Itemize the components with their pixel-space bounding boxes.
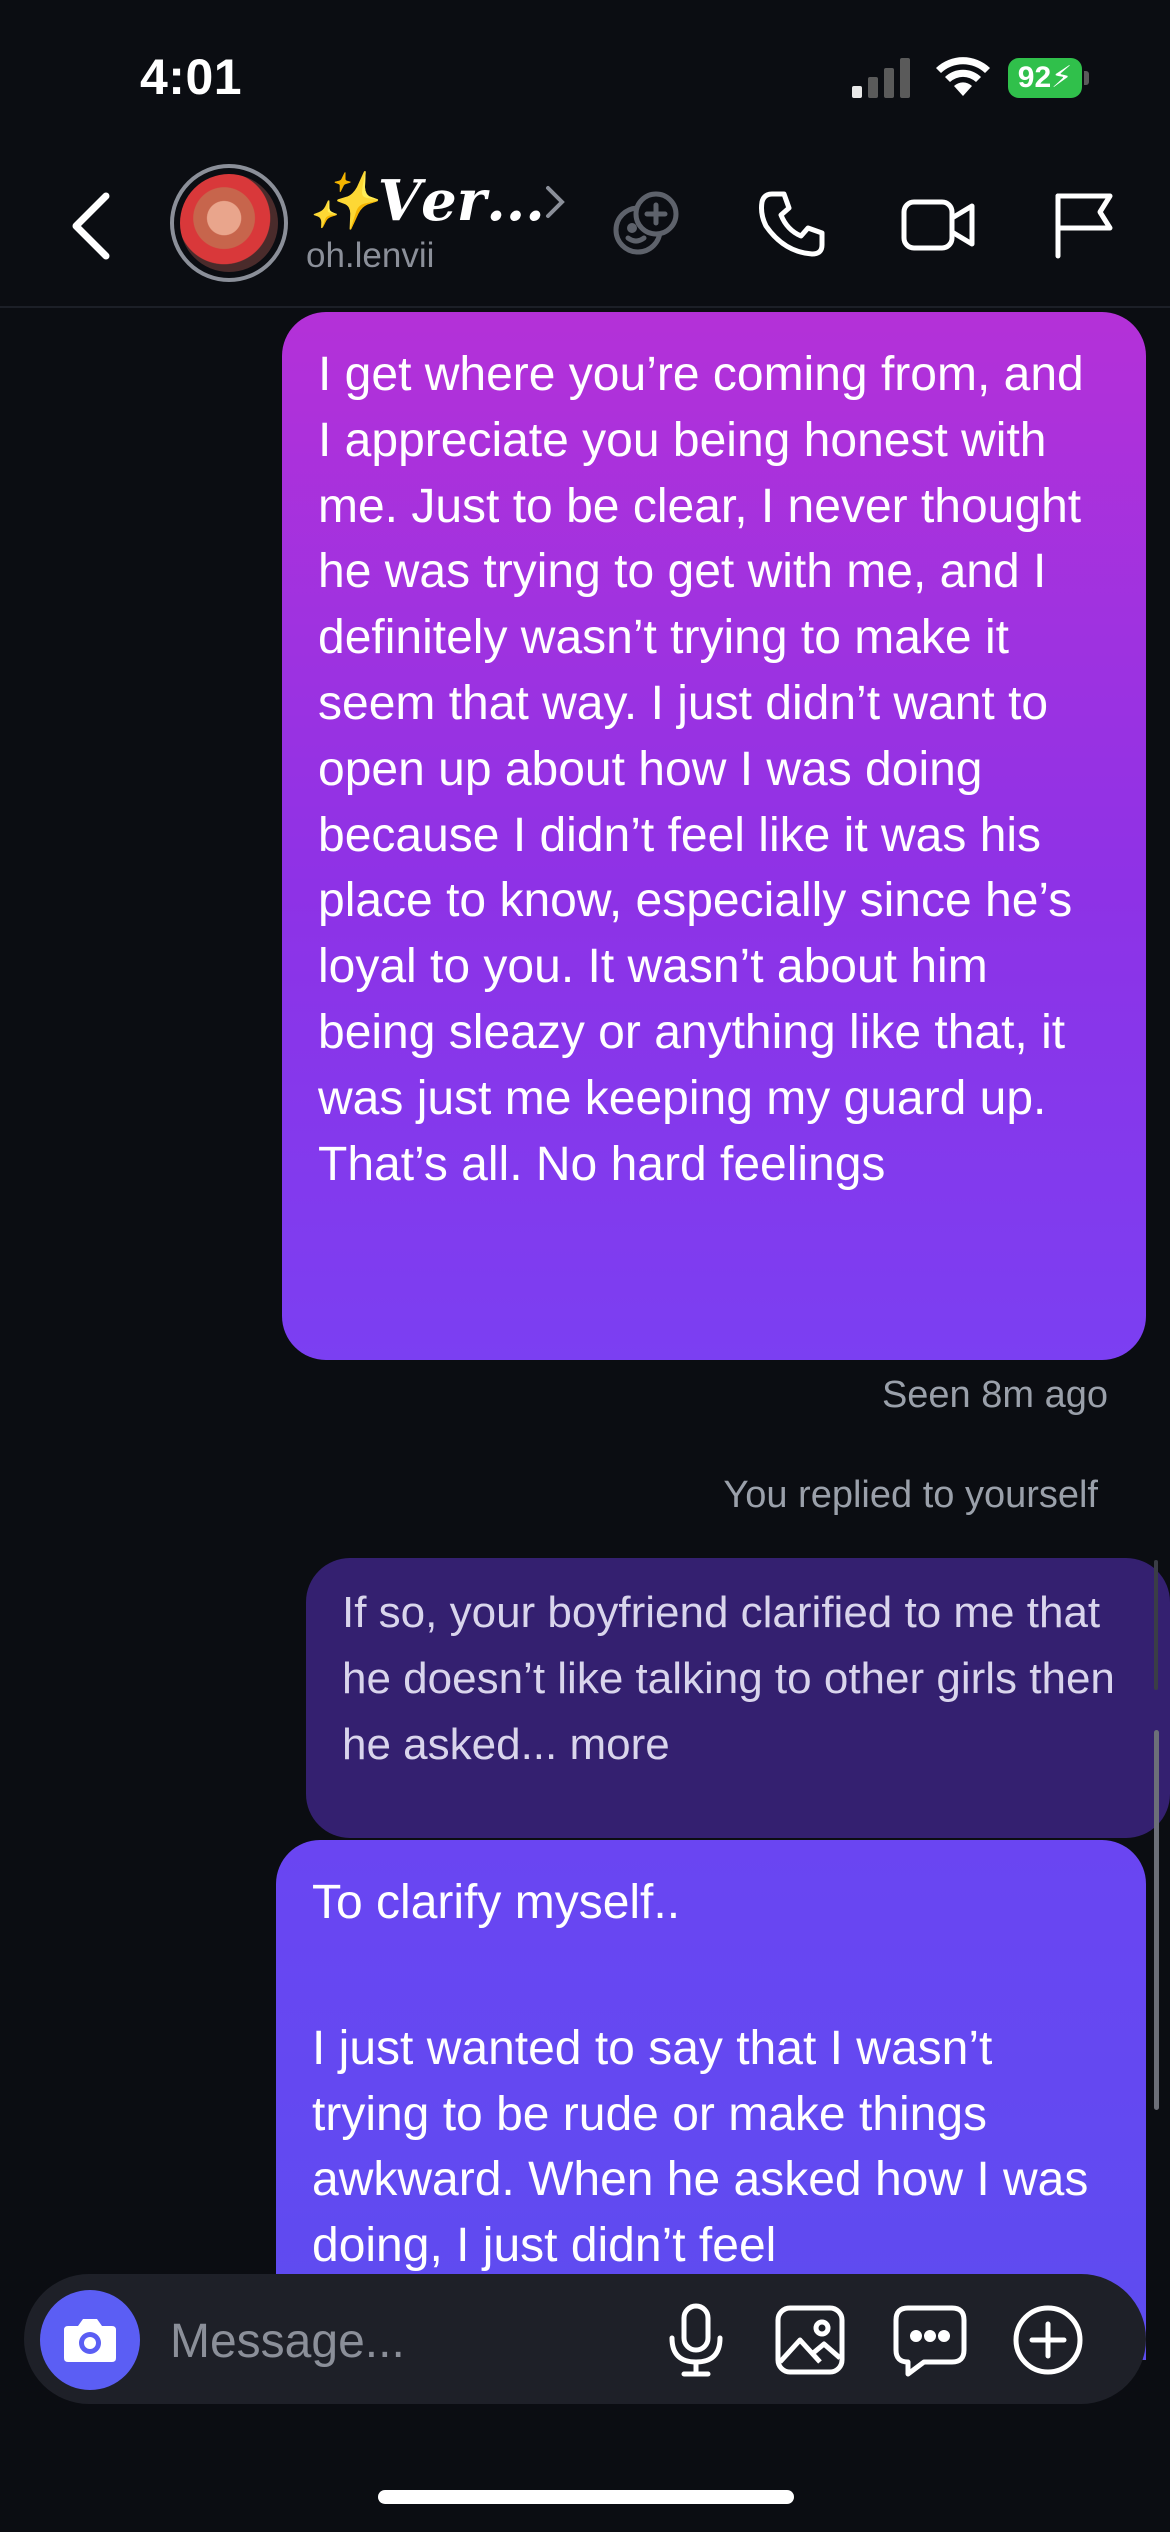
message-input[interactable] <box>168 2300 642 2382</box>
avatar[interactable] <box>180 174 278 272</box>
signal-icon <box>852 58 914 98</box>
chat-options-icon[interactable] <box>886 2296 974 2384</box>
status-time: 4:01 <box>140 49 243 105</box>
quoted-reply-text: If so, your boyfriend clarified to me th… <box>342 1588 1115 1769</box>
scrollbar-track[interactable] <box>1154 1560 1158 1690</box>
contact-username[interactable]: oh.lenvii <box>306 236 434 276</box>
camera-icon <box>64 2319 116 2362</box>
reply-context-label: You replied to yourself <box>723 1474 1098 1516</box>
seen-status: Seen 8m ago <box>881 1374 1108 1416</box>
message-text-line2: I just wanted to say that I wasn’t tryin… <box>312 2021 1089 2273</box>
back-icon[interactable] <box>66 186 116 266</box>
message-bubble-sent[interactable]: I get where you’re coming from, and I ap… <box>282 312 1146 1360</box>
message-text: I get where you’re coming from, and I ap… <box>318 348 1084 1191</box>
message-text-line1: To clarify myself.. <box>312 1876 681 1929</box>
home-indicator[interactable] <box>378 2490 794 2504</box>
quoted-reply-bubble[interactable]: If so, your boyfriend clarified to me th… <box>306 1558 1170 1838</box>
camera-button[interactable] <box>40 2290 140 2390</box>
contact-name[interactable]: ✨𝑽𝒆𝒓... <box>308 168 545 234</box>
header-divider <box>0 306 1170 308</box>
video-icon[interactable] <box>898 184 978 264</box>
wifi-icon <box>935 54 991 98</box>
add-effect-icon[interactable] <box>606 184 686 264</box>
plus-circle-icon[interactable] <box>1004 2296 1092 2384</box>
gallery-icon[interactable] <box>766 2296 854 2384</box>
phone-icon[interactable] <box>752 184 832 264</box>
battery-icon: 92⚡ <box>1008 58 1090 98</box>
battery-percent: 92 <box>1017 61 1052 94</box>
chevron-right-icon[interactable] <box>542 180 568 224</box>
scrollbar-thumb[interactable] <box>1154 1730 1159 2110</box>
flag-icon[interactable] <box>1044 184 1124 264</box>
microphone-icon[interactable] <box>652 2296 740 2384</box>
